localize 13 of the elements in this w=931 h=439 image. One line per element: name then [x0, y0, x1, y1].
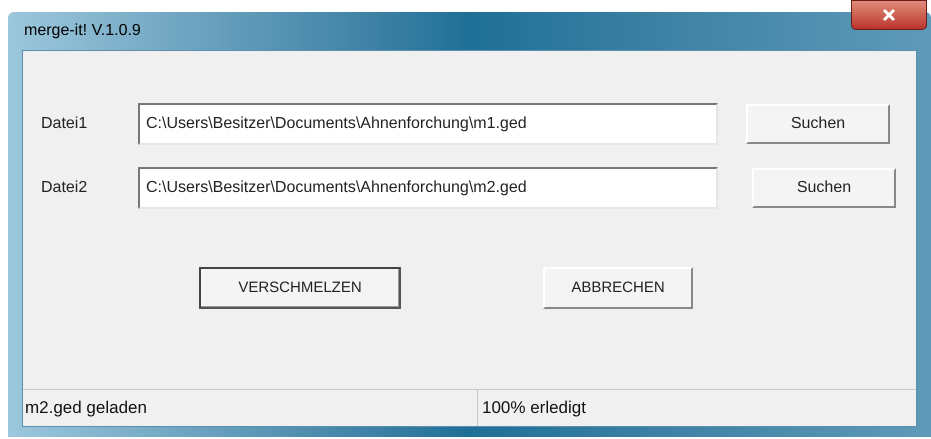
status-text: m2.ged geladen [23, 390, 478, 426]
field-label: Datei1 [41, 114, 88, 134]
field-label: Datei2 [41, 178, 88, 198]
close-button[interactable] [851, 0, 927, 30]
close-icon [881, 8, 897, 22]
merge-button[interactable]: VERSCHMELZEN [199, 267, 401, 309]
window-title: merge-it! V.1.0.9 [23, 21, 141, 41]
file-path-field[interactable]: C:\Users\Besitzer\Documents\Ahnenforchung\m1.ged [138, 103, 718, 145]
browse-button[interactable]: Suchen [746, 104, 890, 144]
file-path-field[interactable]: C:\Users\Besitzer\Documents\Ahnenforchung\m2.ged [138, 167, 718, 209]
status-text: 100% erledigt [481, 397, 587, 420]
cancel-button[interactable]: ABBRECHEN [543, 267, 693, 309]
browse-button[interactable]: Suchen [752, 168, 896, 208]
